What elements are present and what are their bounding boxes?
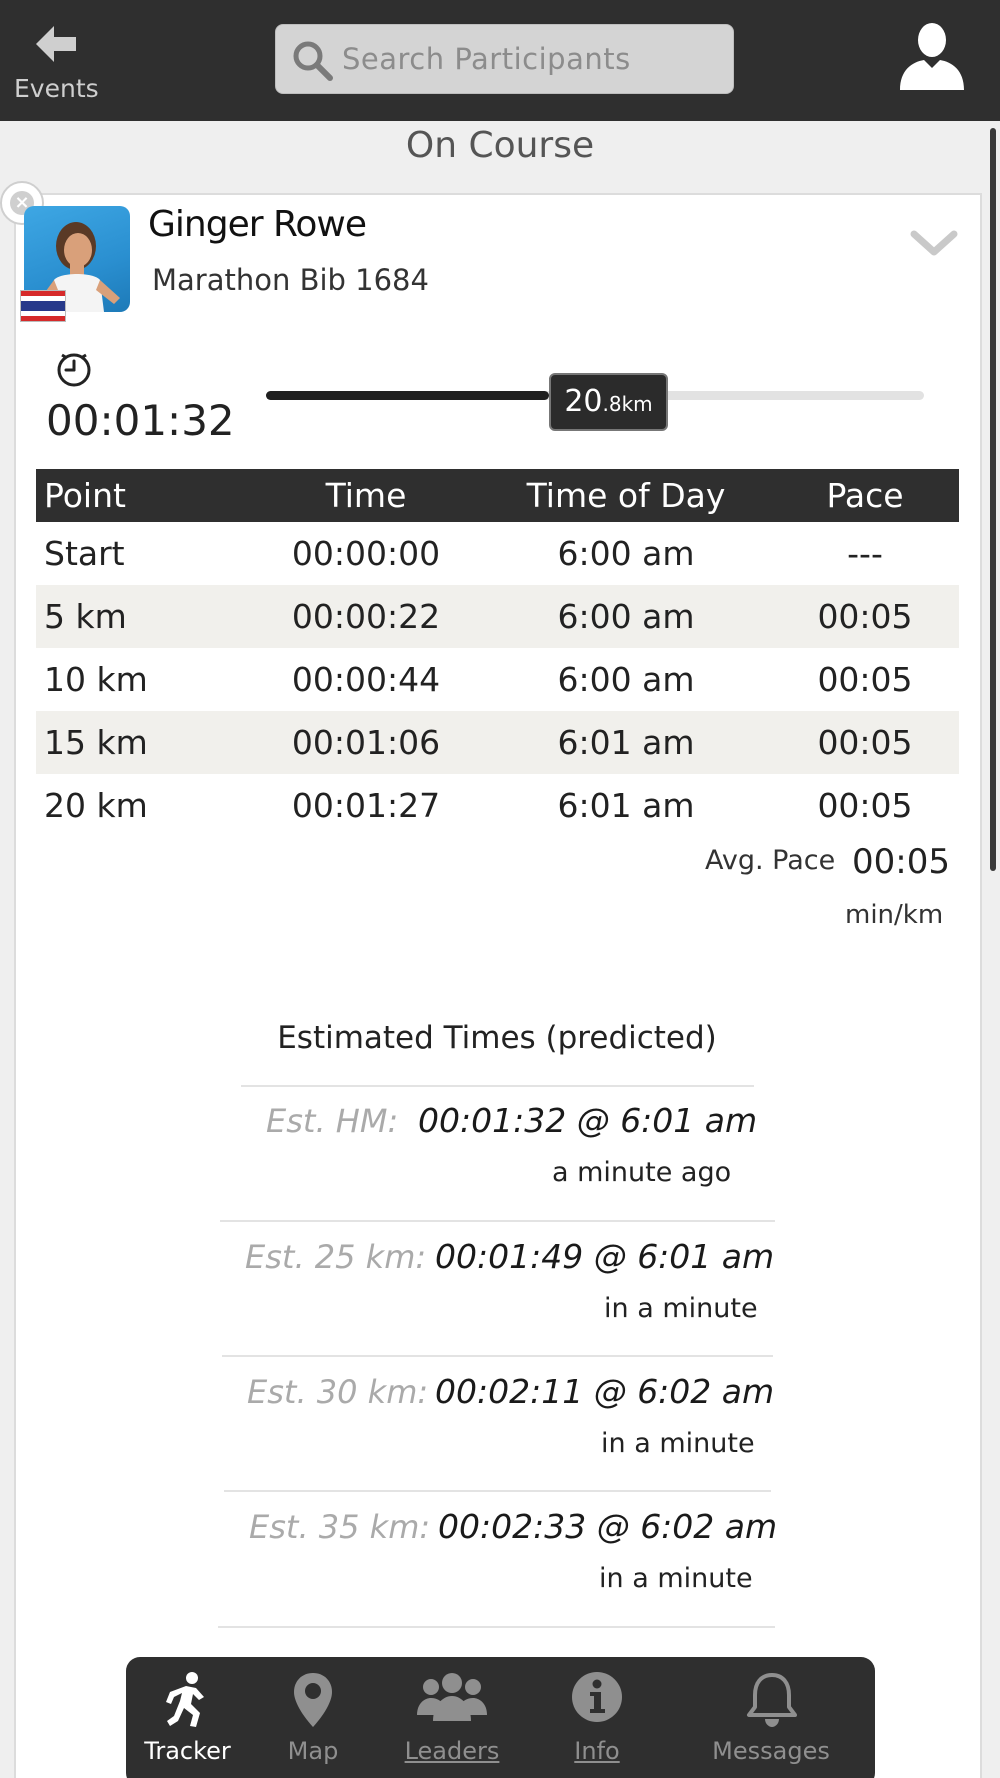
split-point: 10 km [44,660,148,699]
bell-icon [747,1673,797,1727]
splits-header-row: Point Time Time of Day Pace [36,469,959,522]
table-row: 10 km 00:00:44 6:00 am 00:05 [36,648,959,711]
table-row: 15 km 00:01:06 6:01 am 00:05 [36,711,959,774]
nav-label-leaders: Leaders [404,1737,500,1765]
nav-tracker[interactable]: Tracker [126,1657,249,1778]
thailand-flag-icon [20,290,66,322]
divider [218,1626,775,1628]
split-time-of-day: 6:01 am [557,786,695,825]
back-to-events-button[interactable]: Events [14,18,104,108]
split-time-of-day: 6:00 am [481,585,771,648]
split-time-of-day: 6:00 am [557,660,695,699]
nav-label-tracker: Tracker [144,1737,231,1765]
split-time: 00:00:44 [291,660,441,699]
search-input[interactable]: Search Participants [275,24,734,94]
search-icon [293,41,333,81]
split-time: 00:01:27 [291,786,441,825]
split-point: 15 km [36,711,251,774]
divider [224,1490,771,1492]
runner-icon [166,1672,204,1727]
split-pace: 00:05 [817,786,913,825]
elapsed-time: 00:01:32 [46,396,235,445]
split-point: 20 km [44,786,148,825]
estimate-label: Est. 30 km: [247,1373,429,1411]
nav-label-info: Info [574,1737,620,1765]
distance-badge: 20.8km [549,373,668,431]
split-time: 00:00:22 [251,585,481,648]
col-header-pace: Pace [771,469,959,522]
distance-unit: km [621,392,653,416]
search-placeholder: Search Participants [342,42,631,76]
chevron-down-icon[interactable] [910,230,958,260]
top-bar: Events Search Participants [0,0,1000,121]
split-pace: 00:05 [817,660,913,699]
estimate-relative: a minute ago [552,1157,732,1188]
back-arrow-icon [36,26,76,62]
bottom-nav: Tracker Map Leaders Info Messages [126,1657,875,1778]
estimate-relative: in a minute [604,1293,758,1324]
table-row: Start 00:00:00 6:00 am --- [36,522,959,585]
info-icon [572,1672,622,1722]
scrollbar[interactable] [990,128,996,871]
avg-pace-unit: min/km [845,900,944,930]
split-pace: 00:05 [771,711,959,774]
user-profile-icon[interactable] [896,20,968,92]
estimates-title-text: Estimated Times (predicted) [277,1020,717,1056]
col-header-point: Point [36,469,251,522]
col-header-time-of-day: Time of Day [481,469,771,522]
estimate-relative: in a minute [601,1428,755,1459]
group-icon [417,1673,487,1721]
split-time-of-day: 6:01 am [481,711,771,774]
section-title: On Course [405,125,595,166]
nav-label-map: Map [287,1737,339,1765]
map-pin-icon [294,1673,332,1727]
split-time: 00:01:06 [251,711,481,774]
split-time: 00:00:00 [291,534,441,573]
estimate-label: Est. 35 km: [249,1508,431,1546]
splits-table: Point Time Time of Day Pace Start 00:00:… [36,469,959,837]
divider [241,1085,754,1087]
estimate-label: Est. 25 km: [245,1238,427,1276]
avg-pace-label: Avg. Pace [705,845,836,876]
estimate-relative: in a minute [599,1563,753,1594]
avg-pace-value: 00:05 [852,842,950,882]
nav-info[interactable]: Info [527,1657,667,1778]
estimate-value: 00:01:49 @ 6:01 am [435,1237,775,1276]
distance-whole: 20 [564,384,603,419]
back-label: Events [14,74,99,103]
clock-icon [57,353,91,387]
estimate-value: 00:02:11 @ 6:02 am [435,1372,775,1411]
col-header-time: Time [251,469,481,522]
estimate-label: Est. HM: [266,1102,399,1140]
divider [222,1355,773,1357]
split-pace: 00:05 [771,585,959,648]
nav-leaders[interactable]: Leaders [377,1657,527,1778]
nav-messages[interactable]: Messages [667,1657,875,1778]
split-point: 5 km [36,585,251,648]
participant-bib: Marathon Bib 1684 [152,263,429,297]
nav-label-messages: Messages [712,1737,830,1765]
estimate-value: 00:02:33 @ 6:02 am [438,1507,778,1546]
divider [220,1220,775,1222]
split-time-of-day: 6:00 am [557,534,695,573]
table-row: 5 km 00:00:22 6:00 am 00:05 [36,585,959,648]
table-row: 20 km 00:01:27 6:01 am 00:05 [36,774,959,837]
distance-fraction: .8 [602,392,622,416]
participant-name: Ginger Rowe [148,204,367,245]
progress-fill [266,391,549,400]
nav-map[interactable]: Map [249,1657,377,1778]
split-point: Start [44,534,125,573]
estimate-value: 00:01:32 @ 6:01 am [418,1101,758,1140]
split-pace: --- [847,534,883,573]
estimates-title: Estimated Times (predicted) [0,1020,1000,1056]
